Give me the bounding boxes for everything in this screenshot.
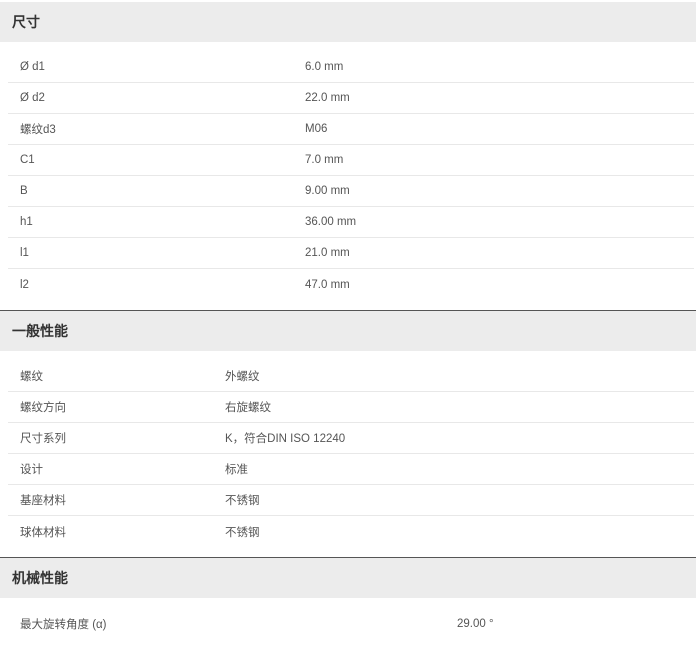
mechanical-table: 最大旋转角度 (α) 29.00 °: [0, 598, 696, 639]
spec-row: l2 47.0 mm: [8, 269, 694, 300]
spec-value: 21.0 mm: [305, 247, 350, 259]
spec-label: 球体材料: [20, 526, 66, 539]
spec-value: K，符合DIN ISO 12240: [225, 433, 346, 445]
spec-row: 螺纹d3 M06: [8, 114, 694, 145]
spec-label: 尺寸系列: [20, 433, 66, 445]
spec-label: l1: [20, 247, 29, 259]
spec-value: 7.0 mm: [305, 154, 344, 166]
spec-row: B 9.00 mm: [8, 176, 694, 207]
spec-label: h1: [20, 216, 33, 228]
spec-row: 球体材料 不锈钢: [8, 516, 694, 547]
spec-value: 右旋螺纹: [225, 402, 271, 414]
section-title-dimensions: 尺寸: [0, 2, 696, 42]
spec-label: l2: [20, 278, 29, 291]
spec-value: 36.00 mm: [305, 216, 357, 228]
spec-value: M06: [305, 123, 328, 135]
spec-row: 设计 标准: [8, 454, 694, 485]
spec-value: 29.00 °: [457, 617, 494, 630]
spec-row: l1 21.0 mm: [8, 238, 694, 269]
spec-label: Ø d1: [20, 61, 45, 73]
spec-label: C1: [20, 154, 35, 166]
spec-row: 螺纹 外螺纹: [8, 361, 694, 392]
spec-row: 尺寸系列 K，符合DIN ISO 12240: [8, 423, 694, 454]
spec-row: Ø d2 22.0 mm: [8, 83, 694, 114]
dimensions-table: Ø d1 6.0 mm Ø d2 22.0 mm 螺纹d3 M06 C1 7.0…: [0, 42, 696, 310]
spec-value: 47.0 mm: [305, 278, 350, 291]
spec-row: C1 7.0 mm: [8, 145, 694, 176]
spec-row: 基座材料 不锈钢: [8, 485, 694, 516]
spec-label: B: [20, 185, 28, 197]
spec-row: h1 36.00 mm: [8, 207, 694, 238]
spec-value: 外螺纹: [225, 371, 260, 383]
spec-label: Ø d2: [20, 92, 45, 104]
section-title-mechanical: 机械性能: [0, 558, 696, 598]
spec-row: 螺纹方向 右旋螺纹: [8, 392, 694, 423]
spec-label: 最大旋转角度 (α): [20, 618, 107, 631]
section-mechanical: 机械性能 最大旋转角度 (α) 29.00 °: [0, 558, 696, 639]
section-general: 一般性能 螺纹 外螺纹 螺纹方向 右旋螺纹 尺寸系列 K，符合DIN ISO 1…: [0, 311, 696, 557]
spec-label: 基座材料: [20, 495, 66, 507]
spec-value: 标准: [225, 464, 248, 476]
spec-label: 螺纹方向: [20, 402, 66, 414]
spec-value: 6.0 mm: [305, 61, 344, 73]
section-dimensions: 尺寸 Ø d1 6.0 mm Ø d2 22.0 mm 螺纹d3 M06 C1 …: [0, 2, 696, 310]
spec-label: 螺纹d3: [20, 124, 56, 136]
spec-label: 设计: [20, 464, 43, 476]
spec-row: Ø d1 6.0 mm: [8, 52, 694, 83]
spec-value: 9.00 mm: [305, 185, 350, 197]
spec-value: 不锈钢: [225, 495, 260, 507]
general-table: 螺纹 外螺纹 螺纹方向 右旋螺纹 尺寸系列 K，符合DIN ISO 12240 …: [0, 351, 696, 557]
section-title-general: 一般性能: [0, 311, 696, 351]
spec-value: 22.0 mm: [305, 92, 350, 104]
spec-value: 不锈钢: [225, 526, 260, 539]
spec-row: 最大旋转角度 (α) 29.00 °: [8, 608, 694, 639]
spec-label: 螺纹: [20, 371, 43, 383]
